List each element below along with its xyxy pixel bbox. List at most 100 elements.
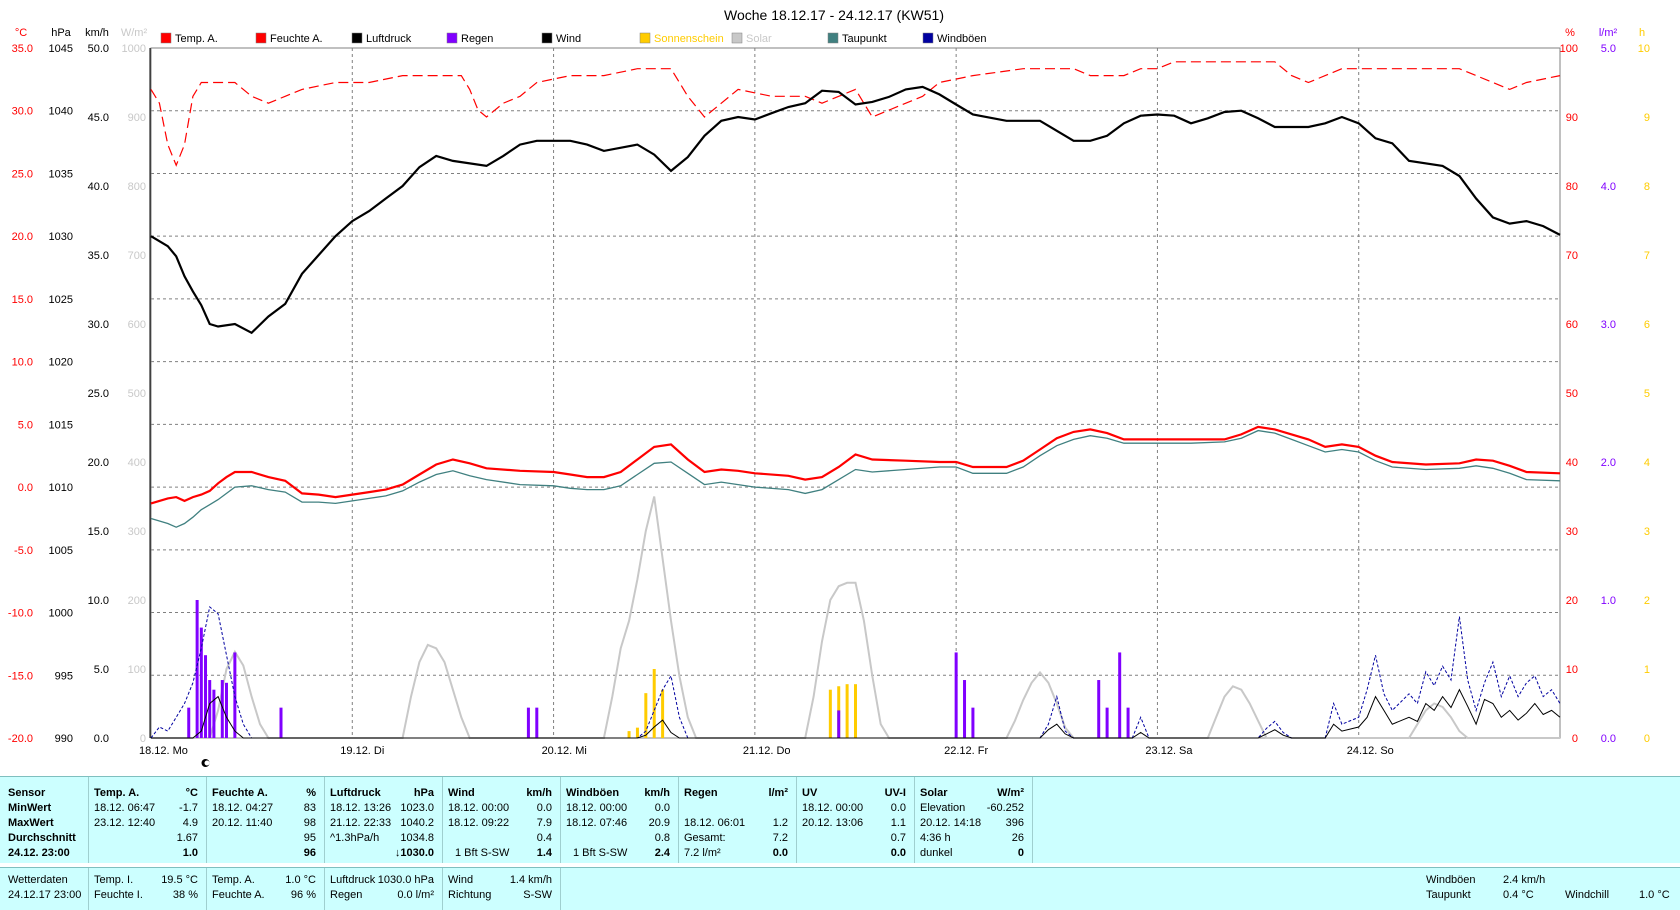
legend-label-solar: Solar xyxy=(746,33,772,45)
stats-solar-max-time: 20.12. 14:18 xyxy=(920,817,982,829)
temp-tick-label: -10.0 xyxy=(8,608,33,620)
stats-row-max-label: MaxWert xyxy=(8,817,54,829)
solar-tick-label: 100 xyxy=(128,664,146,676)
solar-tick-label: 900 xyxy=(128,112,146,124)
sunshine-bar xyxy=(635,727,639,738)
stats-wind-current: 1.4 xyxy=(536,847,552,859)
temp-tick-label: 30.0 xyxy=(12,106,33,118)
stats-row-min-label: MinWert xyxy=(8,802,52,814)
rain-bar xyxy=(837,710,841,738)
temp-tick-label: 10.0 xyxy=(12,357,33,369)
stats-rain-total: 7.2 xyxy=(772,832,788,844)
rain-bar xyxy=(526,707,530,738)
legend-label-temp: Temp. A. xyxy=(175,33,218,45)
rain-tick-label: 0.0 xyxy=(1601,733,1616,745)
stats-gusts-column: Windböen km/h 18.12. 00:00 0.0 18.12. 07… xyxy=(561,777,679,863)
stats-uv-header: UV xyxy=(802,787,818,799)
humidity-tick-label: 20 xyxy=(1566,595,1578,607)
stats-humidity-unit: % xyxy=(306,787,316,799)
stats-gusts-min: 0.0 xyxy=(654,802,670,814)
current-gusts-label: Windböen xyxy=(1426,874,1476,886)
rain-tick-label: 1.0 xyxy=(1601,595,1616,607)
chart-grid xyxy=(150,47,1561,739)
solar-tick-label: 200 xyxy=(128,595,146,607)
humidity-tick-label: 60 xyxy=(1566,319,1578,331)
rain-bar xyxy=(233,652,237,738)
rain-bar xyxy=(535,707,539,738)
x-tick-label: 18.12. Mo xyxy=(139,745,188,757)
stats-gusts-min-time: 18.12. 00:00 xyxy=(566,802,628,814)
legend-label-humidity: Feuchte A. xyxy=(270,33,323,45)
stats-uv-avg: 0.7 xyxy=(890,832,906,844)
stats-gusts-header: Windböen xyxy=(566,787,620,799)
stats-pressure-min: 1023.0 xyxy=(400,802,434,814)
current-dewpoint: 0.4 °C xyxy=(1503,889,1534,901)
current-rain: 0.0 l/m² xyxy=(397,889,434,901)
legend-label-dewpoint: Taupunkt xyxy=(842,33,887,45)
stats-rain-max-time: 18.12. 06:01 xyxy=(684,817,746,829)
stats-humidity-column: Feuchte A. % 18.12. 04:27 83 20.12. 11:4… xyxy=(207,777,325,863)
stats-humidity-min: 83 xyxy=(303,802,316,814)
humidity-tick-label: 0 xyxy=(1572,733,1578,745)
temp-axis-unit: °C xyxy=(15,27,27,39)
stats-rain-sum: 7.2 l/m² xyxy=(684,847,721,859)
rain-bar xyxy=(1105,707,1109,738)
stats-row-avg-label: Durchschnitt xyxy=(8,832,76,844)
stats-solar-current: 0 xyxy=(1017,847,1024,859)
temp-tick-label: 5.0 xyxy=(18,419,33,431)
wind-tick-label: 5.0 xyxy=(94,664,109,676)
x-tick-label: 24.12. So xyxy=(1347,745,1394,757)
stats-pressure-current: ↓1030.0 xyxy=(394,847,434,859)
sunshine-axis-unit: h xyxy=(1639,27,1645,39)
stats-rain-column: Regen l/m² 18.12. 06:01 1.2 Gesamt: 7.2 … xyxy=(679,777,797,863)
legend-label-rain: Regen xyxy=(461,33,493,45)
stats-gusts-current: 2.4 xyxy=(654,847,670,859)
rain-bar xyxy=(279,707,283,738)
humidity-tick-label: 100 xyxy=(1560,43,1578,55)
pressure-tick-label: 990 xyxy=(55,733,73,745)
humidity-tick-label: 10 xyxy=(1566,664,1578,676)
stats-solar-elevation: -60.252 xyxy=(986,802,1024,814)
stats-temp-current: 1.0 xyxy=(182,847,198,859)
sunshine-bar xyxy=(854,684,857,738)
sunshine-bar xyxy=(661,689,665,738)
wind-tick-label: 50.0 xyxy=(88,43,109,55)
humidity-tick-label: 80 xyxy=(1566,181,1578,193)
stats-humidity-max-time: 20.12. 11:40 xyxy=(212,817,273,829)
wind-tick-label: 0.0 xyxy=(94,733,109,745)
wind-tick-label: 10.0 xyxy=(88,595,109,607)
humidity-axis-unit: % xyxy=(1565,27,1575,39)
stats-uv-min-time: 18.12. 00:00 xyxy=(802,802,864,814)
stats-temp-unit: °C xyxy=(185,787,198,799)
solar-tick-label: 700 xyxy=(128,250,146,262)
humidity-tick-label: 90 xyxy=(1566,112,1578,124)
current-humidity-outdoor: 96 % xyxy=(290,889,316,901)
stats-uv-current: 0.0 xyxy=(890,847,906,859)
pressure-axis-unit: hPa xyxy=(51,27,71,39)
stats-rain-total-label: Gesamt: xyxy=(684,832,726,844)
stats-pressure-max: 1040.2 xyxy=(400,817,434,829)
rain-tick-label: 3.0 xyxy=(1601,319,1616,331)
current-temp-indoor: 19.5 °C xyxy=(161,874,198,886)
x-tick-label: 19.12. Di xyxy=(340,745,384,757)
stats-wind-beaufort: 1 Bft S-SW xyxy=(455,847,510,859)
stats-temp-column: Temp. A. °C 18.12. 06:47 -1.7 23.12. 12:… xyxy=(89,777,207,863)
rain-bar xyxy=(212,689,216,738)
current-temp-outdoor-label: Temp. A. xyxy=(212,874,255,886)
rain-tick-label: 5.0 xyxy=(1601,43,1616,55)
stats-solar-state: dunkel xyxy=(920,847,953,859)
temp-tick-label: 20.0 xyxy=(12,231,33,243)
stats-humidity-header: Feuchte A. xyxy=(212,787,268,799)
sunshine-bar xyxy=(627,731,631,738)
current-windchill-label: Windchill xyxy=(1565,889,1610,901)
stats-rain-unit: l/m² xyxy=(768,787,788,799)
legend-swatch-dewpoint xyxy=(827,32,839,44)
sunshine-tick-label: 4 xyxy=(1644,457,1650,469)
x-tick-label: 23.12. Sa xyxy=(1145,745,1193,757)
stats-wind-min: 0.0 xyxy=(536,802,552,814)
current-humidity-indoor-label: Feuchte I. xyxy=(94,889,143,901)
current-label: Wetterdaten xyxy=(8,874,68,886)
x-tick-label: 20.12. Mi xyxy=(542,745,587,757)
sunshine-bar xyxy=(845,684,849,738)
wind-tick-label: 40.0 xyxy=(88,181,109,193)
